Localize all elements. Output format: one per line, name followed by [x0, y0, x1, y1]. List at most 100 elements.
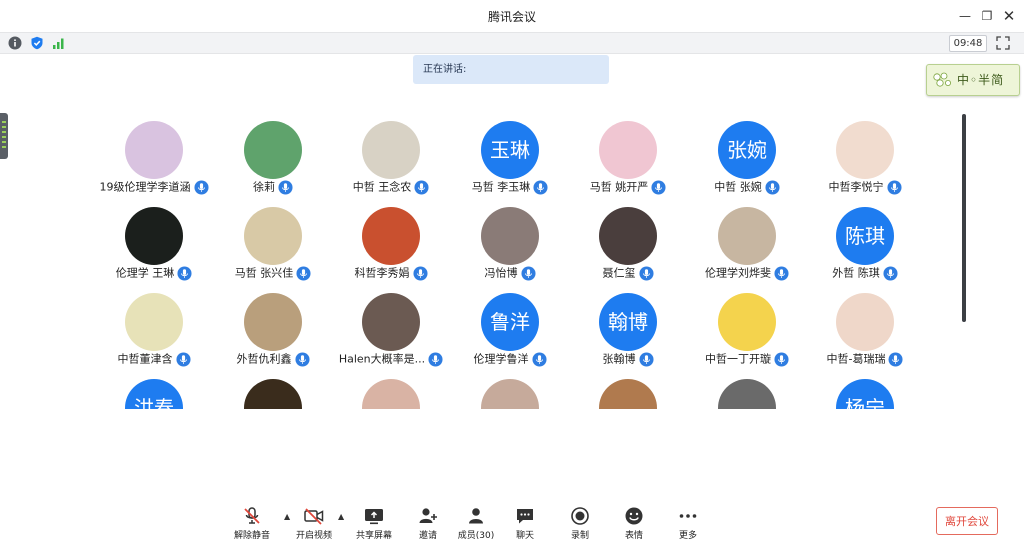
participant-tile[interactable]: 玉琳 马哲 李玉琳 — [451, 118, 569, 204]
participant-tile[interactable]: 19级伦理学李道涵 — [95, 118, 213, 204]
microphone-icon — [414, 180, 429, 195]
window-title: 腾讯会议 — [487, 10, 536, 24]
fullscreen-icon[interactable] — [996, 36, 1010, 50]
chat-bubble-icon — [517, 509, 533, 524]
microphone-icon — [533, 180, 548, 195]
participant-tile[interactable]: 聂仁玺 — [569, 204, 687, 290]
participant-name: 19级伦理学李道涵 — [99, 180, 191, 194]
microphone-muted-icon — [244, 507, 260, 524]
participant-tile[interactable]: 鲁洋 伦理学鲁洋 — [451, 290, 569, 376]
participant-tile[interactable]: 翰博 张翰博 — [569, 290, 687, 376]
info-icon[interactable] — [8, 36, 22, 50]
security-shield-icon[interactable] — [30, 36, 44, 50]
participant-avatar — [599, 121, 657, 179]
participant-name: 中哲董津含 — [117, 352, 173, 366]
participant-tile[interactable]: 伦理学 王琳 — [95, 204, 213, 290]
participant-tile[interactable]: 张婉 中哲 张婉 — [688, 118, 806, 204]
participant-avatar — [125, 293, 183, 351]
participant-name-line: 中哲李悦宁 — [796, 180, 934, 195]
microphone-icon — [412, 266, 428, 281]
participant-name-line: 中哲 王念农 — [322, 180, 460, 195]
participant-tile[interactable] — [214, 376, 332, 409]
participant-name: Halen大概率是... — [338, 352, 426, 366]
microphone-icon — [520, 266, 536, 281]
participant-tile[interactable]: 马哲 张兴佳 — [214, 204, 332, 290]
participant-tile[interactable]: 外哲仇利鑫 — [214, 290, 332, 376]
participant-name-line: 中哲-葛瑞瑞 — [796, 352, 934, 367]
participant-avatar — [125, 121, 183, 179]
restore-button[interactable]: ❐ — [976, 6, 998, 26]
microphone-icon — [296, 266, 311, 281]
reactions-button[interactable]: 表情 — [609, 506, 659, 541]
chat-button[interactable]: 聊天 — [500, 506, 550, 541]
network-signal-icon[interactable] — [52, 36, 66, 50]
chat-label: 聊天 — [515, 531, 534, 541]
members-button[interactable]: 成员(30) — [451, 506, 501, 541]
participant-tile[interactable] — [688, 376, 806, 409]
participant-tile[interactable]: 马哲 姚开严 — [569, 118, 687, 204]
meeting-toolbar: 解除静音 ▲ 开启视频 ▲ 共享屏幕 邀请 成员(30) 聊天 录制 表情 更多 — [0, 500, 1024, 544]
participant-avatar — [244, 121, 302, 179]
participant-tile[interactable]: 中哲董津含 — [95, 290, 213, 376]
title-bar: 腾讯会议 — ❐ ✕ — [0, 0, 1024, 32]
participant-name: 中哲 张婉 — [714, 180, 762, 194]
participant-tile[interactable]: 冯怡博 — [451, 204, 569, 290]
participant-tile[interactable]: 中哲李悦宁 — [806, 118, 924, 204]
participant-tile[interactable] — [451, 376, 569, 409]
participant-name: 马哲 张兴佳 — [234, 266, 294, 280]
record-button[interactable]: 录制 — [555, 506, 605, 541]
unmute-button[interactable]: 解除静音 — [227, 506, 277, 541]
grid-scrollbar[interactable] — [962, 114, 966, 322]
close-button[interactable]: ✕ — [998, 6, 1020, 26]
microphone-icon — [638, 266, 654, 281]
participant-tile[interactable]: 徐莉 — [214, 118, 332, 204]
participant-avatar: 玉琳 — [481, 121, 539, 179]
participant-tile[interactable]: 中哲一丁开璇 — [688, 290, 806, 376]
microphone-icon — [774, 266, 789, 281]
participant-tile[interactable]: 陈琪 外哲 陈琪 — [806, 204, 924, 290]
side-panel-handle[interactable] — [0, 113, 8, 159]
participant-tile[interactable] — [332, 376, 450, 409]
speaking-indicator: 正在讲话: — [413, 55, 609, 84]
participant-tile[interactable]: 洪春 — [95, 376, 213, 409]
share-screen-button[interactable]: 共享屏幕 — [349, 506, 399, 541]
participant-name: 中哲 王念农 — [352, 180, 412, 194]
participant-avatar: 翰博 — [599, 293, 657, 351]
participant-avatar — [718, 379, 776, 409]
participant-avatar — [836, 293, 894, 351]
participant-tile[interactable]: 杨宁 — [806, 376, 924, 409]
participant-name: 外哲仇利鑫 — [236, 352, 292, 366]
participant-avatar — [599, 379, 657, 409]
participant-tile[interactable]: 中哲 王念农 — [332, 118, 450, 204]
participant-tile[interactable] — [569, 376, 687, 409]
participant-name: 聂仁玺 — [602, 266, 636, 280]
participant-avatar — [244, 293, 302, 351]
participant-name: 伦理学鲁洋 — [473, 352, 529, 366]
participant-name-line: 外哲 陈琪 — [796, 266, 934, 281]
camera-off-icon — [304, 508, 324, 525]
participant-tile[interactable]: Halen大概率是... — [332, 290, 450, 376]
invite-button[interactable]: 邀请 — [403, 506, 453, 541]
start-video-button[interactable]: 开启视频 — [289, 506, 339, 541]
record-icon — [571, 507, 589, 525]
leave-meeting-button[interactable]: 离开会议 — [936, 507, 998, 535]
participant-name: 中哲一丁开璇 — [705, 352, 771, 366]
participant-avatar — [244, 207, 302, 265]
participant-avatar — [362, 293, 420, 351]
participant-name: 外哲 陈琪 — [832, 266, 880, 280]
more-label: 更多 — [678, 531, 697, 541]
microphone-icon — [886, 180, 902, 195]
more-button[interactable]: 更多 — [663, 506, 713, 541]
microphone-icon — [638, 352, 654, 367]
minimize-button[interactable]: — — [954, 6, 976, 26]
participant-tile[interactable]: 中哲-葛瑞瑞 — [806, 290, 924, 376]
participant-tile[interactable]: 伦理学刘烨斐 — [688, 204, 806, 290]
participant-name: 马哲 姚开严 — [589, 180, 649, 194]
participant-avatar — [362, 121, 420, 179]
microphone-icon — [883, 266, 898, 281]
video-options-caret[interactable]: ▲ — [338, 512, 346, 521]
participant-avatar — [244, 379, 302, 409]
participant-name: 中哲李悦宁 — [828, 180, 884, 194]
participant-tile[interactable]: 科哲李秀娟 — [332, 204, 450, 290]
participant-name: 科哲李秀娟 — [354, 266, 410, 280]
